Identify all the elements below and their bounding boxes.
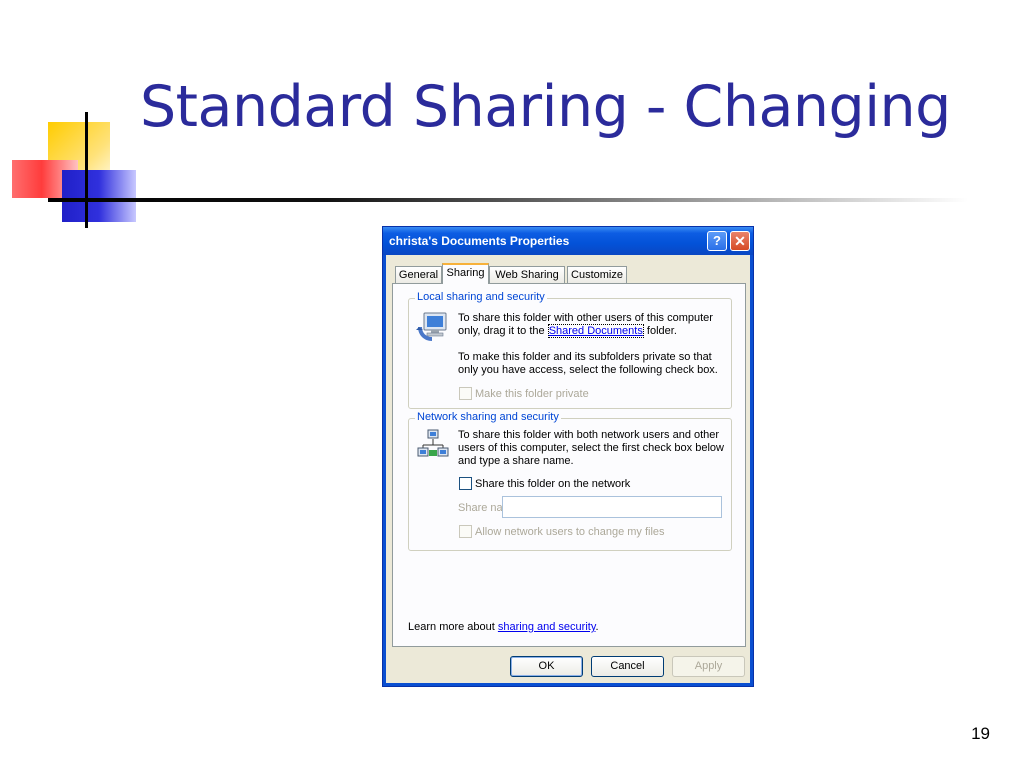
make-private-label: Make this folder private bbox=[475, 388, 589, 400]
local-description-line2-text: only, drag it to the bbox=[458, 325, 548, 337]
network-sharing-group-label: Network sharing and security bbox=[415, 411, 561, 423]
title-underline bbox=[48, 198, 968, 202]
tab-web-sharing[interactable]: Web Sharing bbox=[489, 266, 565, 283]
slide-title: Standard Sharing - Changing bbox=[140, 74, 951, 140]
learn-more-suffix: . bbox=[595, 621, 599, 633]
private-description-line2: only you have access, select the followi… bbox=[458, 364, 718, 376]
apply-button[interactable]: Apply bbox=[672, 656, 745, 677]
help-button[interactable]: ? bbox=[707, 231, 727, 251]
tab-sharing[interactable]: Sharing bbox=[442, 263, 489, 284]
deco-vertical-line bbox=[85, 112, 88, 228]
share-on-network-checkbox[interactable] bbox=[459, 477, 472, 490]
learn-more-prefix: Learn more about bbox=[408, 621, 498, 633]
sharing-and-security-link[interactable]: sharing and security bbox=[498, 621, 596, 633]
local-description-line2-end: folder. bbox=[643, 325, 677, 337]
deco-blue-square bbox=[62, 170, 136, 222]
dialog-title-bar[interactable]: christa's Documents Properties ? ✕ bbox=[383, 227, 753, 255]
ok-button[interactable]: OK bbox=[510, 656, 583, 677]
share-name-input[interactable] bbox=[502, 496, 722, 518]
network-share-icon bbox=[417, 429, 449, 457]
learn-more-text: Learn more about sharing and security. bbox=[408, 621, 599, 634]
network-description-line1: To share this folder with both network u… bbox=[458, 429, 720, 441]
computer-share-icon bbox=[416, 312, 447, 341]
properties-dialog: christa's Documents Properties ? ✕ Gener… bbox=[382, 226, 754, 687]
dialog-title: christa's Documents Properties bbox=[389, 234, 570, 248]
shared-documents-link[interactable]: Shared Documents bbox=[547, 324, 644, 338]
cancel-button[interactable]: Cancel bbox=[591, 656, 664, 677]
network-sharing-group: Network sharing and security To share th… bbox=[408, 411, 732, 551]
local-sharing-group-label: Local sharing and security bbox=[415, 291, 547, 303]
page-number: 19 bbox=[971, 724, 990, 743]
dialog-client-area: General Sharing Web Sharing Customize Lo… bbox=[386, 255, 750, 683]
local-sharing-group: Local sharing and security To share this… bbox=[408, 291, 732, 409]
make-private-checkbox[interactable] bbox=[459, 387, 472, 400]
share-on-network-label: Share this folder on the network bbox=[475, 478, 631, 490]
tab-customize[interactable]: Customize bbox=[567, 266, 627, 283]
allow-change-checkbox[interactable] bbox=[459, 525, 472, 538]
sharing-tab-panel: Local sharing and security To share this… bbox=[392, 283, 746, 647]
private-description-line1: To make this folder and its subfolders p… bbox=[458, 351, 712, 363]
tab-general[interactable]: General bbox=[395, 266, 442, 283]
network-description-line2: users of this computer, select the first… bbox=[458, 442, 724, 454]
allow-change-label: Allow network users to change my files bbox=[475, 526, 665, 538]
local-description-line2: only, drag it to the Shared Documents fo… bbox=[458, 324, 677, 338]
network-description-line3: and type a share name. bbox=[458, 455, 574, 467]
close-button[interactable]: ✕ bbox=[730, 231, 750, 251]
